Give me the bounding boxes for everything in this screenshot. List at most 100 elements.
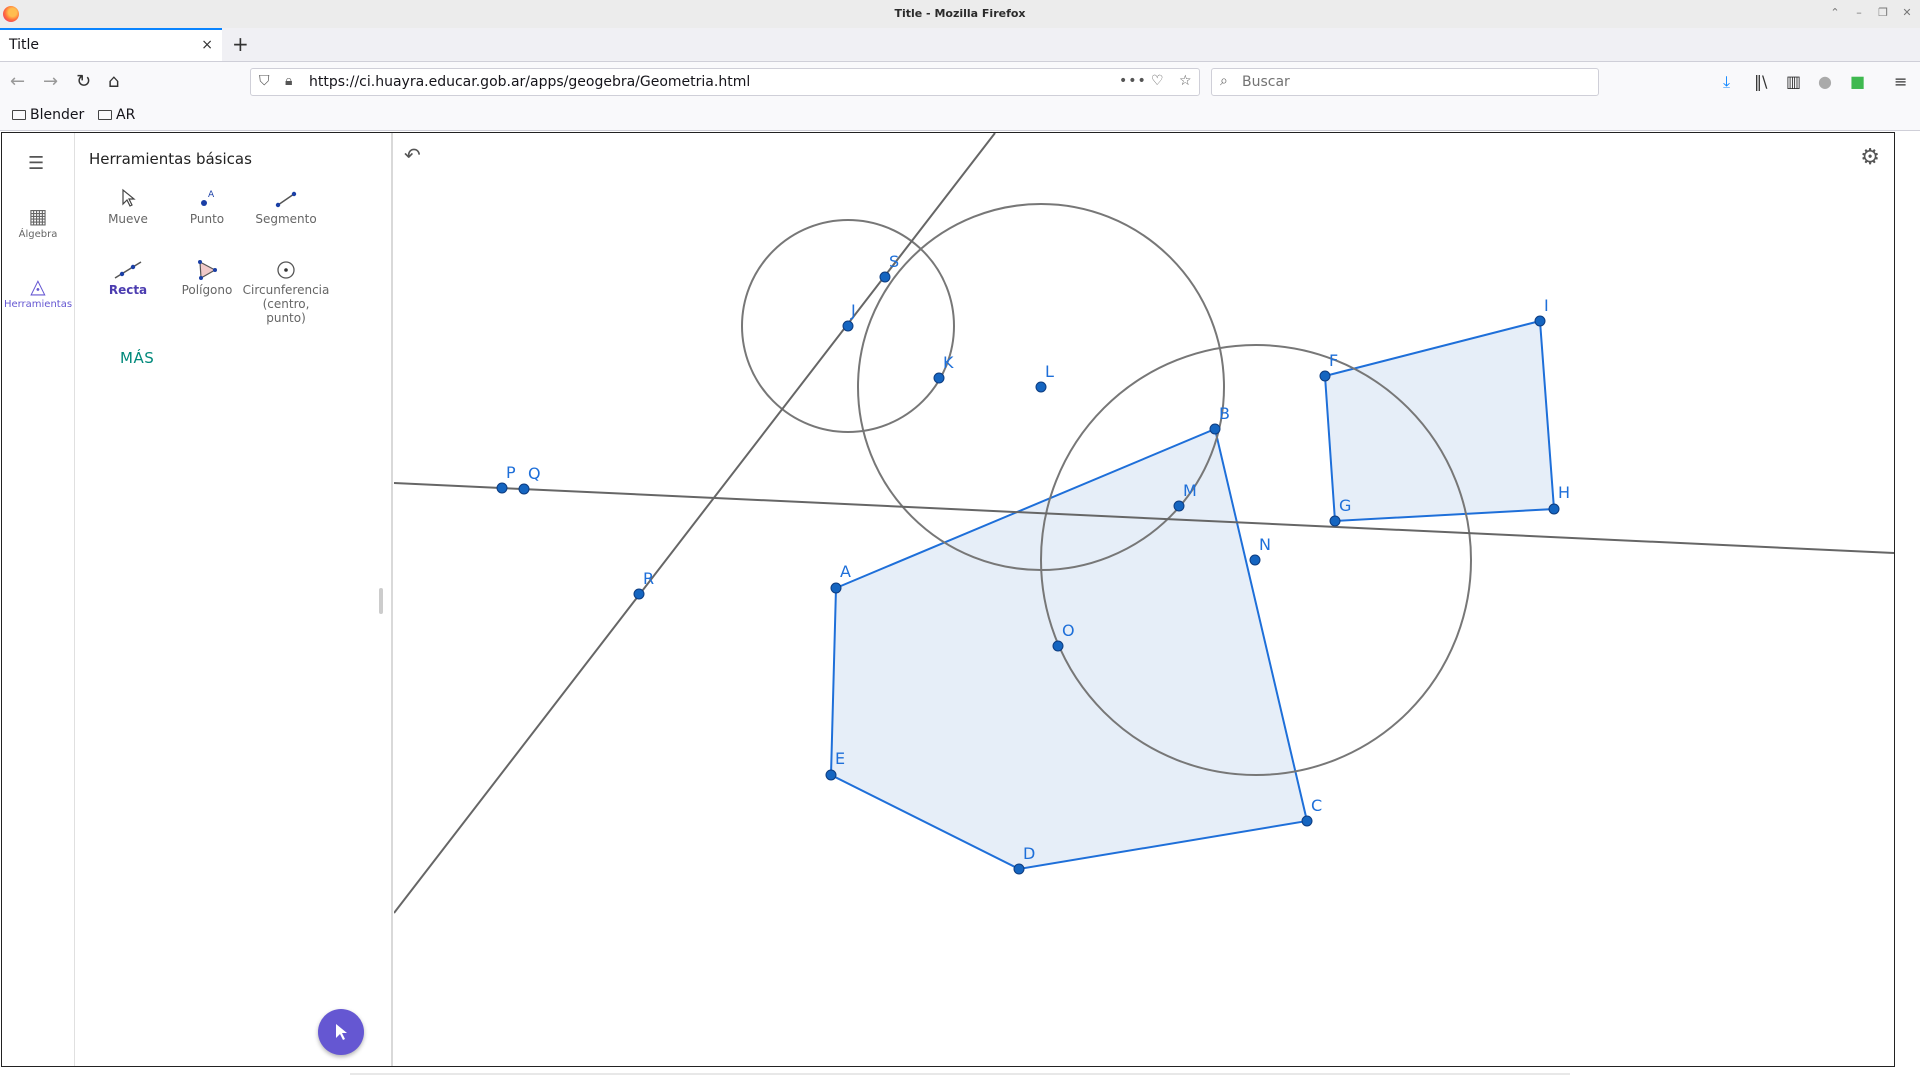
pocket-icon[interactable]: ♡ [1151,73,1164,89]
tool-label: Circunferencia (centro, punto) [242,283,330,325]
bookmarks-toolbar: Blender AR [0,102,1920,131]
polygon-icon [162,259,252,283]
back-icon[interactable]: ← [10,71,25,93]
bookmark-label: Blender [30,107,85,123]
window-up-icon[interactable]: ⌃ [1828,6,1842,20]
window-controls: ⌃ – ❐ ✕ [1828,6,1914,20]
new-tab-icon[interactable]: + [232,32,249,56]
url-bar[interactable]: ⛉ 🔒︎ https://ci.huayra.educar.gob.ar/app… [250,68,1200,96]
download-icon[interactable]: ⤓ [1723,71,1730,93]
point-label: L [1045,362,1054,381]
bookmark-ar[interactable]: AR [98,107,135,123]
point-label: J [850,301,856,320]
graphics-view[interactable]: A B C D E F G H I J K L M N O P Q R S ↶ … [394,133,1894,1066]
point-l[interactable] [1035,381,1047,393]
account-icon[interactable]: ● [1818,71,1832,93]
menu-icon[interactable]: ≡ [1894,71,1907,93]
polygon-abcde[interactable] [829,427,1309,871]
point-m[interactable] [1173,500,1185,512]
sidebar-icon[interactable]: ▥ [1786,71,1801,93]
more-tools-button[interactable]: MÁS [120,349,154,367]
browser-tab[interactable]: Title × [0,28,222,61]
rail-item-algebra[interactable]: ▦ Álgebra [2,203,74,240]
close-window-icon[interactable]: ✕ [1900,6,1914,20]
point-label: S [889,252,899,271]
window-title: Title - Mozilla Firefox [894,7,1026,20]
navigation-bar: ← → ↻ ⌂ ⛉ 🔒︎ https://ci.huayra.educar.go… [0,62,1920,102]
line-icon [83,259,173,283]
url-text[interactable]: https://ci.huayra.educar.gob.ar/apps/geo… [309,74,750,90]
point-label: M [1183,481,1197,500]
point-label: B [1219,404,1230,423]
point-p[interactable] [496,482,508,494]
point-label: C [1311,796,1322,815]
point-h[interactable] [1548,503,1560,515]
point-c[interactable] [1301,815,1313,827]
bookmark-blender[interactable]: Blender [12,107,84,123]
gear-icon[interactable]: ⚙ [1860,145,1880,170]
tool-label: Recta [108,283,148,297]
tool-polygon[interactable]: Polígono [162,259,252,297]
search-icon: ⌕ [1220,73,1228,89]
home-icon[interactable]: ⌂ [108,71,119,93]
point-label: I [1544,296,1549,315]
bookmark-star-icon[interactable]: ☆ [1179,73,1192,89]
tool-label: Punto [189,212,225,226]
minimize-icon[interactable]: – [1852,6,1866,20]
folder-icon [12,110,26,120]
tool-label: Polígono [181,283,233,297]
folder-icon [98,110,112,120]
reload-icon[interactable]: ↻ [76,71,91,93]
tool-label: Segmento [255,212,317,226]
tool-segment[interactable]: Segmento [241,188,331,226]
tool-circle-center-point[interactable]: Circunferencia (centro, punto) [241,259,331,325]
geogebra-app: ☰ ▦ Álgebra ◬ Herramientas Herramientas … [1,132,1895,1067]
point-label: Q [528,464,541,483]
tab-close-icon[interactable]: × [201,37,213,53]
maximize-icon[interactable]: ❐ [1876,6,1890,20]
page-actions-icon[interactable]: ••• [1119,73,1147,89]
point-i[interactable] [1534,315,1546,327]
tab-title: Title [9,37,40,53]
point-q[interactable] [518,483,530,495]
point-d[interactable] [1013,863,1025,875]
point-label: H [1558,483,1570,502]
tool-move[interactable]: Mueve [83,188,173,226]
left-rail: ☰ ▦ Álgebra ◬ Herramientas [2,133,75,1066]
tool-line[interactable]: Recta [83,259,173,297]
shield-icon[interactable]: ⛉ [259,73,270,89]
point-f[interactable] [1319,370,1331,382]
bottom-strip [0,1068,1920,1080]
forward-icon[interactable]: → [43,71,58,93]
geometry-canvas[interactable]: A B C D E F G H I J K L M N O P Q R S [394,133,1894,1066]
point-g[interactable] [1329,515,1341,527]
point-s[interactable] [879,271,891,283]
point-a[interactable] [830,582,842,594]
search-field[interactable]: ⌕ Buscar [1211,68,1599,96]
polygon-fihg[interactable] [1323,319,1556,523]
point-label: R [643,569,654,588]
point-j[interactable] [842,320,854,332]
rail-item-tools[interactable]: ◬ Herramientas [2,273,74,310]
tool-point[interactable]: A Punto [162,188,252,226]
extension-icon[interactable]: ■ [1850,71,1865,93]
tool-label: Mueve [108,212,148,226]
point-label: A [840,562,851,581]
point-e[interactable] [825,769,837,781]
point-icon: A [162,188,252,212]
circle-icon [241,259,331,283]
hamburger-menu-icon[interactable]: ☰ [28,153,44,174]
point-b[interactable] [1209,423,1221,435]
undo-icon[interactable]: ↶ [404,143,421,167]
library-icon[interactable]: ‖\ [1754,71,1767,93]
point-o[interactable] [1052,640,1064,652]
point-label: D [1023,844,1035,863]
panel-resize-handle[interactable] [379,588,383,614]
window-title-bar: Title - Mozilla Firefox ⌃ – ❐ ✕ [0,0,1920,29]
move-mode-fab[interactable] [318,1009,364,1055]
point-r[interactable] [633,588,645,600]
point-k[interactable] [933,372,945,384]
point-n[interactable] [1249,554,1261,566]
point-label: N [1259,535,1271,554]
divider [350,1073,1570,1075]
